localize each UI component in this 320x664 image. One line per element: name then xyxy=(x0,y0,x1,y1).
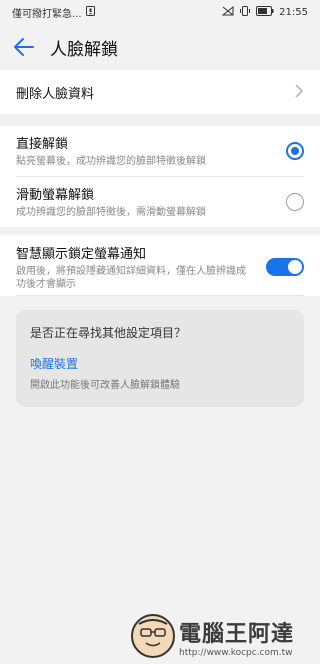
watermark-brand: 電腦王阿達 xyxy=(179,621,295,647)
direct-unlock-description: 點亮螢幕後，成功辨識您的臉部特徵後解鎖 xyxy=(16,156,206,168)
direct-unlock-radio[interactable] xyxy=(286,142,304,160)
notification-section: 智慧顯示鎖定螢幕通知 啟用後，將預設隱藏通知詳細資料，僅在人臉辨識成功後才會顯示 xyxy=(0,235,320,296)
smart-notify-description: 啟用後，將預設隱藏通知詳細資料，僅在人臉辨識成功後才會顯示 xyxy=(16,265,246,291)
toggle-knob xyxy=(288,260,302,274)
slide-unlock-description: 成功辨識您的臉部特徵後，需滑動螢幕解鎖 xyxy=(16,207,206,219)
smart-notify-row[interactable]: 智慧顯示鎖定螢幕通知 啟用後，將預設隱藏通知詳細資料，僅在人臉辨識成功後才會顯示 xyxy=(0,235,320,295)
mascot-logo-icon xyxy=(131,614,175,658)
status-time: 21:55 xyxy=(279,6,308,18)
app-bar: 人臉解鎖 xyxy=(0,24,320,70)
smart-notify-label: 智慧顯示鎖定螢幕通知 xyxy=(16,246,147,262)
back-arrow-icon[interactable] xyxy=(12,35,36,59)
status-notice: 僅可撥打緊急... xyxy=(12,8,82,20)
slide-unlock-option[interactable]: 滑動螢幕解鎖 成功辨識您的臉部特徵後，需滑動螢幕解鎖 xyxy=(0,177,320,227)
watermark: 電腦王阿達 http://www.kocpc.com.tw xyxy=(131,608,316,658)
status-bar: 僅可撥打緊急... 21:55 xyxy=(0,0,320,24)
delete-face-label: 刪除人臉資料 xyxy=(16,86,95,102)
delete-face-row[interactable]: 刪除人臉資料 xyxy=(0,70,320,114)
smart-notify-toggle[interactable] xyxy=(266,258,304,276)
direct-unlock-label: 直接解鎖 xyxy=(16,137,69,153)
vibrate-icon xyxy=(239,5,251,19)
suggestion-question: 是否正在尋找其他設定項目？ xyxy=(30,326,187,340)
wake-device-description: 開啟此功能後可改善人臉解鎖體驗 xyxy=(30,380,180,391)
chevron-right-icon xyxy=(294,83,304,102)
wake-device-link[interactable]: 喚醒裝置 xyxy=(30,355,290,372)
notification-icon xyxy=(85,5,95,19)
watermark-url: http://www.kocpc.com.tw xyxy=(179,648,293,658)
delete-face-section: 刪除人臉資料 xyxy=(0,70,320,114)
slide-unlock-radio[interactable] xyxy=(286,193,304,211)
direct-unlock-option[interactable]: 直接解鎖 點亮螢幕後，成功辨識您的臉部特徵後解鎖 xyxy=(0,126,320,176)
unlock-mode-section: 直接解鎖 點亮螢幕後，成功辨識您的臉部特徵後解鎖 滑動螢幕解鎖 成功辨識您的臉部… xyxy=(0,126,320,227)
signal-off-icon xyxy=(221,5,234,19)
suggestion-card: 是否正在尋找其他設定項目？ 喚醒裝置 開啟此功能後可改善人臉解鎖體驗 xyxy=(16,310,304,407)
slide-unlock-label: 滑動螢幕解鎖 xyxy=(16,188,95,204)
page-title: 人臉解鎖 xyxy=(50,39,118,60)
battery-icon xyxy=(256,5,274,19)
